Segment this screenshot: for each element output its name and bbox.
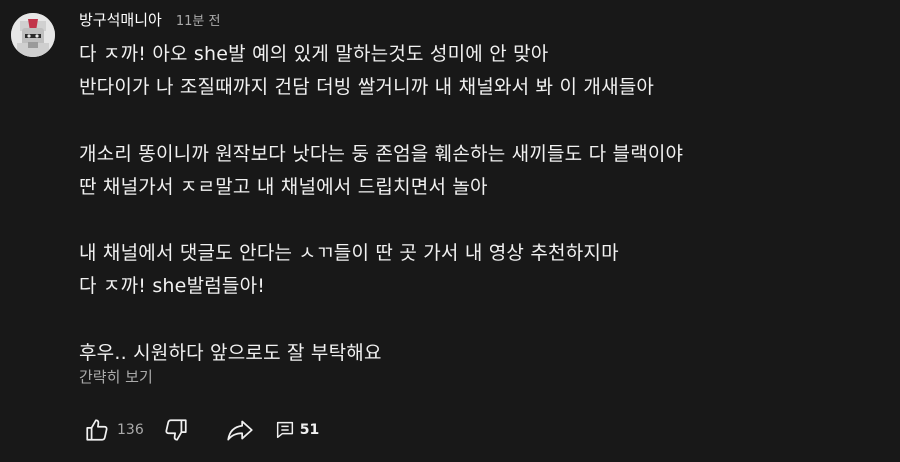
- timestamp[interactable]: 11분 전: [176, 10, 221, 29]
- share-icon: [227, 420, 253, 441]
- avatar-image: [11, 13, 55, 57]
- comment-line: 후우.. 시원하다 앞으로도 잘 부탁해요: [79, 341, 382, 364]
- comment-line: 다 ㅈ까! she발럼들아!: [79, 275, 266, 298]
- show-less-button[interactable]: 간략히 보기: [79, 366, 153, 387]
- dislike-button[interactable]: [158, 412, 194, 448]
- thumbs-up-icon: [86, 419, 108, 441]
- like-button[interactable]: [79, 412, 115, 448]
- comment-icon: [276, 421, 293, 439]
- comment-line: 반다이가 나 조질때까지 건담 더빙 쌀거니까 내 채널와서 봐 이 개새들아: [79, 76, 655, 99]
- share-button[interactable]: [222, 412, 258, 448]
- comment-blank-line: [79, 104, 894, 137]
- avatar[interactable]: [11, 13, 55, 57]
- comment-header: 방구석매니아 11분 전: [79, 9, 220, 30]
- comment-blank-line: [79, 204, 894, 237]
- comment-line: 다 ㅈ까! 아오 she발 예의 있게 말하는것도 성미에 안 맞아: [79, 43, 549, 65]
- replies-button[interactable]: 51: [274, 419, 319, 441]
- comment-toolbar: 136 51: [79, 412, 319, 448]
- thumbs-down-icon: [165, 419, 187, 441]
- comment-text: 다 ㅈ까! 아오 she발 예의 있게 말하는것도 성미에 안 맞아 반다이가 …: [79, 38, 894, 370]
- comment-line: 내 채널에서 댓글도 안다는 ㅅㄲ들이 딴 곳 가서 내 영상 추천하지마: [79, 242, 619, 265]
- reply-count: 51: [299, 422, 320, 438]
- comment-blank-line: [79, 304, 894, 337]
- comment-line: 딴 채널가서 ㅈㄹ말고 내 채널에서 드립치면서 놀아: [79, 175, 488, 198]
- like-count: 136: [117, 422, 144, 438]
- author-name[interactable]: 방구석매니아: [79, 9, 162, 30]
- comment-line: 개소리 똥이니까 원작보다 낫다는 둥 존엄을 훼손하는 새끼들도 다 블랙이야: [79, 142, 684, 165]
